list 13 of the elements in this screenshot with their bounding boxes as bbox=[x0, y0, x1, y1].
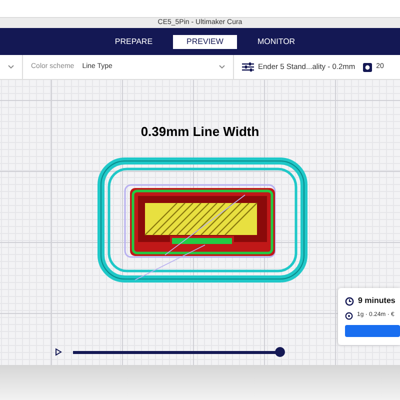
tab[interactable]: PREPARE bbox=[100, 34, 167, 48]
play-icon[interactable] bbox=[55, 348, 62, 356]
overlay-title: 0.39mm Line Width bbox=[140, 124, 260, 139]
slider-handle[interactable] bbox=[275, 347, 285, 357]
clock-icon bbox=[345, 296, 354, 306]
tab[interactable]: MONITOR bbox=[243, 34, 310, 48]
settings-sliders-icon[interactable] bbox=[242, 62, 254, 72]
tab[interactable]: PREVIEW bbox=[172, 34, 238, 48]
spool-icon bbox=[345, 312, 353, 320]
extruder-icon[interactable] bbox=[363, 62, 372, 72]
chevron-icon[interactable] bbox=[8, 65, 14, 69]
chevron-icon[interactable] bbox=[219, 65, 225, 69]
print-time: 9 minutes bbox=[358, 295, 396, 307]
